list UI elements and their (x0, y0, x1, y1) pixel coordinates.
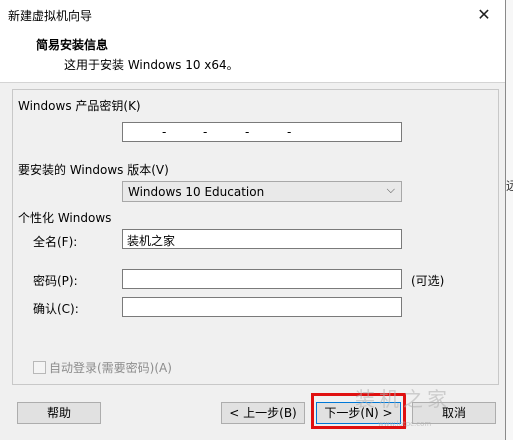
personalize-label: 个性化 Windows (18, 211, 112, 225)
password-label: 密码(P): (33, 274, 78, 288)
windows-version-select[interactable]: Windows 10 Education ⌵ (122, 181, 402, 202)
watermark-url: www.lotpc.com (378, 420, 432, 428)
autologin-checkbox[interactable] (33, 361, 46, 374)
help-button[interactable]: 帮助 (17, 402, 101, 424)
close-icon[interactable]: ✕ (471, 2, 497, 28)
chevron-down-icon: ⌵ (386, 183, 395, 196)
confirm-password-input[interactable] (122, 297, 402, 317)
page-title: 简易安装信息 (36, 38, 109, 52)
windows-version-value: Windows 10 Education (128, 185, 265, 199)
background-window-edge (506, 0, 513, 440)
product-key-input[interactable]: - - - - (122, 122, 402, 142)
product-key-dash: - (245, 125, 250, 139)
fullname-input[interactable]: 装机之家 (122, 229, 402, 249)
product-key-label: Windows 产品密钥(K) (18, 99, 141, 113)
optional-note: (可选) (411, 274, 445, 288)
watermark-logo: 装机之家 (355, 387, 451, 411)
wizard-header: 简易安装信息 这用于安装 Windows 10 x64。 (0, 30, 505, 83)
autologin-label: 自动登录(需要密码)(A) (49, 361, 172, 375)
window-title: 新建虚拟机向导 (8, 9, 93, 23)
fullname-value: 装机之家 (127, 234, 176, 248)
password-input[interactable] (122, 269, 402, 289)
back-button[interactable]: < 上一步(B) (221, 402, 305, 424)
title-bar: 新建虚拟机向导 ✕ (0, 0, 505, 30)
page-subtitle: 这用于安装 Windows 10 x64。 (64, 58, 239, 72)
fullname-label: 全名(F): (33, 235, 78, 249)
background-window-text: 远 (506, 179, 513, 193)
confirm-password-label: 确认(C): (33, 302, 79, 316)
product-key-dash: - (287, 125, 292, 139)
product-key-dash: - (162, 125, 167, 139)
new-vm-wizard-dialog: 新建虚拟机向导 ✕ 简易安装信息 这用于安装 Windows 10 x64。 W… (0, 0, 506, 440)
product-key-dash: - (203, 125, 208, 139)
windows-version-label: 要安装的 Windows 版本(V) (18, 163, 169, 177)
